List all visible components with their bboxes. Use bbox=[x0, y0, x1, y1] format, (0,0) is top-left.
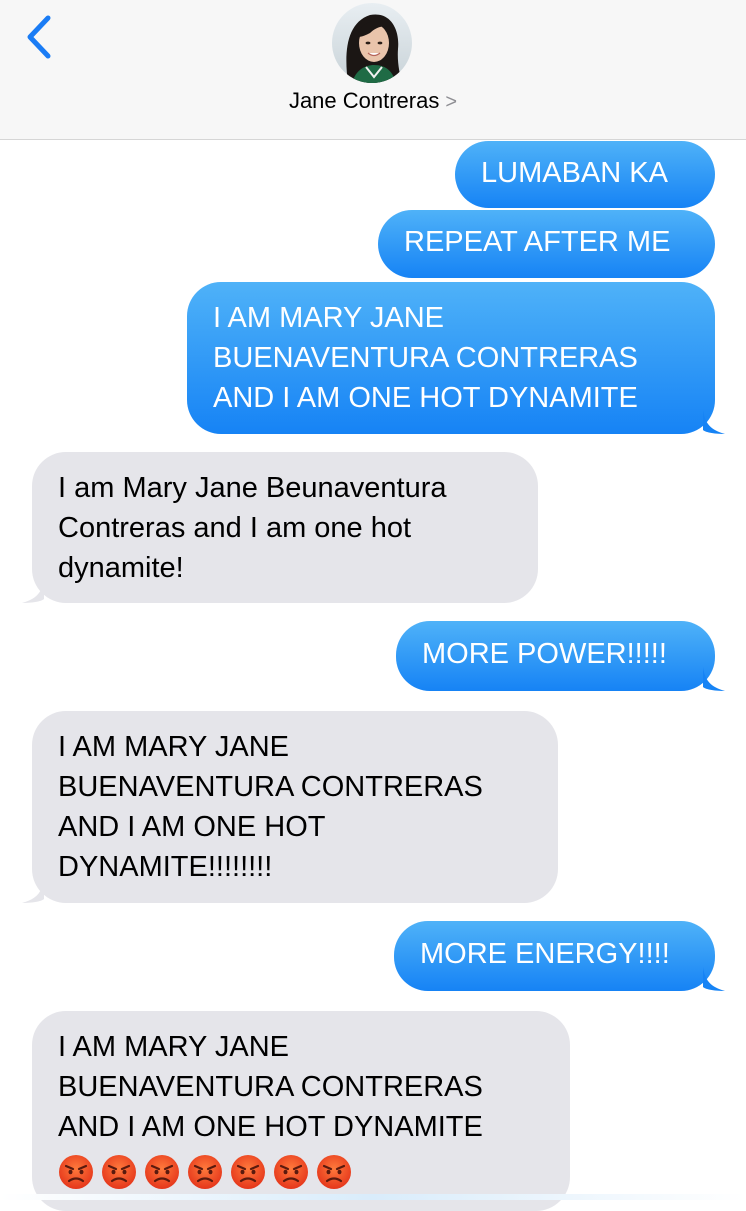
received-message-bubble[interactable]: I AM MARY JANE BUENAVENTURA CONTRERAS AN… bbox=[22, 711, 558, 903]
sent-message-bubble[interactable]: REPEAT AFTER ME bbox=[378, 210, 715, 278]
sent-message-bubble[interactable]: MORE POWER!!!!! bbox=[396, 621, 725, 691]
message-text: BUENAVENTURA CONTRERAS bbox=[58, 771, 483, 803]
message-text: Contreras and I am one hot bbox=[58, 512, 412, 544]
chevron-left-icon bbox=[27, 15, 51, 59]
avatar[interactable] bbox=[332, 3, 412, 83]
message-text: I AM MARY JANE bbox=[58, 1031, 289, 1063]
angry-face-icon bbox=[317, 1155, 351, 1190]
sent-message-bubble[interactable]: I AM MARY JANE BUENAVENTURA CONTRERAS AN… bbox=[187, 282, 725, 434]
message-text: BUENAVENTURA CONTRERAS bbox=[58, 1071, 483, 1103]
message-text: AND I AM ONE HOT DYNAMITE bbox=[58, 1111, 483, 1143]
message-text: AND I AM ONE HOT DYNAMITE bbox=[213, 382, 638, 414]
conversation-header: Jane Contreras > bbox=[0, 0, 746, 140]
received-message-bubble[interactable]: I AM MARY JANE BUENAVENTURA CONTRERAS AN… bbox=[32, 1011, 570, 1211]
message-text: MORE ENERGY!!!! bbox=[420, 938, 670, 970]
message-text: BUENAVENTURA CONTRERAS bbox=[213, 342, 638, 374]
contact-name-button[interactable]: Jane Contreras > bbox=[0, 88, 746, 114]
sent-message-bubble[interactable]: MORE ENERGY!!!! bbox=[394, 921, 725, 991]
angry-face-icon bbox=[102, 1155, 136, 1190]
contact-name: Jane Contreras bbox=[288, 88, 440, 113]
emoji-row bbox=[58, 1151, 544, 1191]
chevron-right-icon: > bbox=[445, 91, 458, 113]
angry-face-icon bbox=[59, 1155, 93, 1190]
message-thread[interactable]: LUMABAN KA REPEAT AFTER ME I AM MARY JAN… bbox=[0, 141, 746, 1211]
received-message-bubble[interactable]: I am Mary Jane Beunaventura Contreras an… bbox=[22, 452, 538, 603]
message-text: AND I AM ONE HOT bbox=[58, 811, 326, 843]
angry-face-icon bbox=[188, 1155, 222, 1190]
angry-face-icon bbox=[274, 1155, 308, 1190]
message-text: I AM MARY JANE bbox=[213, 302, 444, 334]
message-text: MORE POWER!!!!! bbox=[422, 638, 667, 670]
bubble-tail bbox=[22, 579, 44, 603]
bubble-tail bbox=[22, 879, 44, 903]
angry-face-icon bbox=[145, 1155, 179, 1190]
angry-face-icon bbox=[231, 1155, 265, 1190]
sent-message-bubble[interactable]: LUMABAN KA bbox=[455, 141, 715, 208]
bubble-tail bbox=[703, 410, 725, 434]
bubble-tail bbox=[703, 967, 725, 991]
contact-photo bbox=[332, 3, 412, 83]
message-text: I am Mary Jane Beunaventura bbox=[58, 472, 447, 504]
back-button[interactable] bbox=[20, 12, 60, 62]
message-text: REPEAT AFTER ME bbox=[404, 226, 671, 258]
bottom-divider bbox=[0, 1194, 746, 1200]
message-text: I AM MARY JANE bbox=[58, 731, 289, 763]
message-text: DYNAMITE!!!!!!!! bbox=[58, 851, 273, 883]
message-text: LUMABAN KA bbox=[481, 157, 668, 189]
message-text: dynamite! bbox=[58, 552, 184, 584]
bubble-tail bbox=[703, 667, 725, 691]
